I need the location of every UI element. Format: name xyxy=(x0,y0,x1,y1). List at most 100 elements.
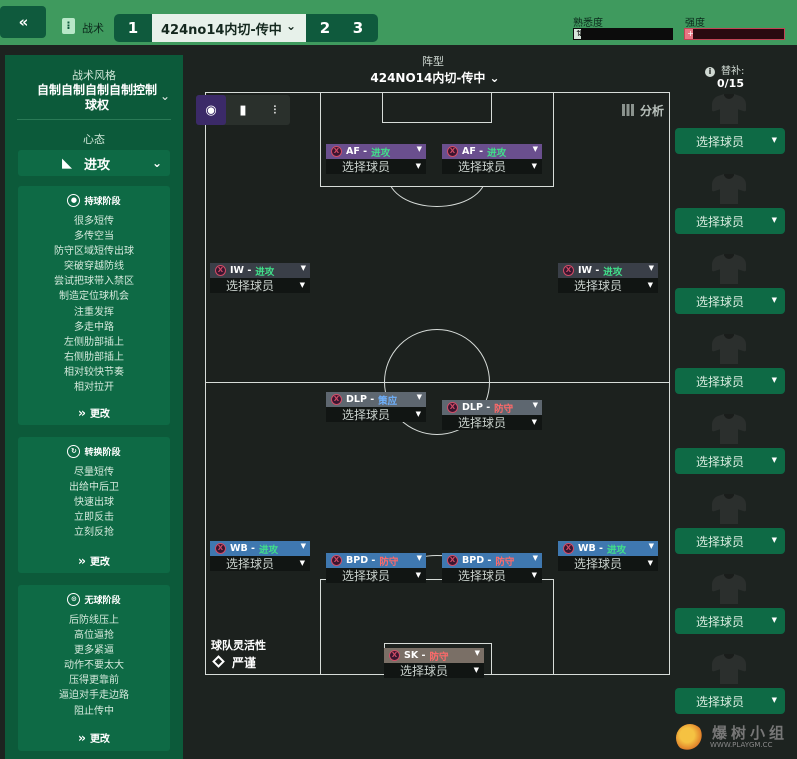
transition-icon: ↻ xyxy=(67,444,81,458)
position-card[interactable]: X DLP - 防守 ▼ 选择球员 ▼ xyxy=(442,400,542,430)
player-placeholder: 选择球员 xyxy=(226,557,275,571)
instruction-list: 尽量短传 出给中后卫 快速出球 立即反击 立刻反抢 xyxy=(18,465,170,540)
unassigned-x-icon: X xyxy=(331,555,342,566)
duty-label: 防守 xyxy=(379,556,399,568)
instruction-item: 相对较快节奏 xyxy=(64,366,124,378)
watermark: 爆树小组 WWW.PLAYGM.CC xyxy=(676,720,794,754)
select-sub-button[interactable]: 选择球员 ▼ xyxy=(675,528,785,554)
caret-down-icon: ▼ xyxy=(647,559,653,567)
unassigned-x-icon: X xyxy=(563,265,574,276)
select-player-dropdown[interactable]: 选择球员 ▼ xyxy=(558,278,658,293)
select-player-dropdown[interactable]: 选择球员 ▼ xyxy=(442,568,542,583)
watermark-url: WWW.PLAYGM.CC xyxy=(710,741,773,749)
collapse-panel-button[interactable]: « xyxy=(0,6,46,38)
role-code: AF xyxy=(346,146,360,157)
caret-down-icon: ▼ xyxy=(473,666,479,674)
change-button[interactable]: ›› 更改 xyxy=(18,553,170,568)
role-selector[interactable]: X WB - 进攻 ▼ xyxy=(210,541,310,556)
sub-placeholder: 选择球员 xyxy=(696,454,745,469)
unassigned-x-icon: X xyxy=(215,543,226,554)
role-selector[interactable]: X DLP - 防守 ▼ xyxy=(442,400,542,415)
mentality-arrow-icon: ◣ xyxy=(62,156,72,171)
position-card[interactable]: X WB - 进攻 ▼ 选择球员 ▼ xyxy=(210,541,310,571)
position-card[interactable]: X AF - 进攻 ▼ 选择球员 ▼ xyxy=(326,144,426,174)
watermark-text: 爆树小组 xyxy=(712,724,789,742)
role-code: SK xyxy=(404,650,419,661)
chevron-down-icon[interactable]: ⌄ xyxy=(160,89,170,103)
team-flexibility-value[interactable]: 严谨 xyxy=(212,654,256,671)
position-card[interactable]: X DLP - 策应 ▼ 选择球员 ▼ xyxy=(326,392,426,422)
team-flexibility-label: 球队灵活性 xyxy=(211,639,266,652)
tactic-style-value[interactable]: 自制自制自制自制控制球权 xyxy=(35,83,159,113)
duty-label: 防守 xyxy=(429,651,449,663)
position-card[interactable]: X AF - 进攻 ▼ 选择球员 ▼ xyxy=(442,144,542,174)
position-card[interactable]: X WB - 进攻 ▼ 选择球员 ▼ xyxy=(558,541,658,571)
player-view-button[interactable]: ◉ xyxy=(196,95,226,125)
instruction-item: 多走中路 xyxy=(74,321,114,333)
instruction-item: 防守区域短传出球 xyxy=(54,246,134,258)
caret-down-icon: ▼ xyxy=(474,649,480,657)
active-tactic-dropdown[interactable]: 424no14内切-传中 ⌄ xyxy=(152,14,306,42)
role-selector[interactable]: X IW - 进攻 ▼ xyxy=(210,263,310,278)
select-sub-button[interactable]: 选择球员 ▼ xyxy=(675,448,785,474)
select-sub-button[interactable]: 选择球员 ▼ xyxy=(675,128,785,154)
role-selector[interactable]: X WB - 进攻 ▼ xyxy=(558,541,658,556)
formation-dropdown[interactable]: 424NO14内切-传中 ⌄ xyxy=(340,69,530,86)
sub-placeholder: 选择球员 xyxy=(696,294,745,309)
sub-slot: 选择球员 ▼ xyxy=(675,330,785,410)
select-player-dropdown[interactable]: 选择球员 ▼ xyxy=(326,568,426,583)
instruction-item: 高位逼抢 xyxy=(74,630,114,642)
analysis-button[interactable]: 分析 xyxy=(622,102,664,119)
select-player-dropdown[interactable]: 选择球员 ▼ xyxy=(442,415,542,430)
role-selector[interactable]: X BPD - 防守 ▼ xyxy=(326,553,426,568)
select-sub-button[interactable]: 选择球员 ▼ xyxy=(675,368,785,394)
caret-down-icon: ▼ xyxy=(415,410,421,418)
tactic-slot-1[interactable]: 1 xyxy=(114,14,152,42)
select-player-dropdown[interactable]: 选择球员 ▼ xyxy=(326,407,426,422)
role-selector[interactable]: X AF - 进攻 ▼ xyxy=(442,144,542,159)
change-button[interactable]: ›› 更改 xyxy=(18,730,170,745)
position-card[interactable]: X IW - 进攻 ▼ 选择球员 ▼ xyxy=(210,263,310,293)
caret-down-icon: ▼ xyxy=(771,296,777,304)
position-card[interactable]: X BPD - 防守 ▼ 选择球员 ▼ xyxy=(326,553,426,583)
position-card[interactable]: X BPD - 防守 ▼ 选择球员 ▼ xyxy=(442,553,542,583)
role-selector[interactable]: X DLP - 策应 ▼ xyxy=(326,392,426,407)
mentality-dropdown[interactable]: ◣ 进攻 ⌄ xyxy=(18,150,170,176)
select-sub-button[interactable]: 选择球员 ▼ xyxy=(675,288,785,314)
select-player-dropdown[interactable]: 选择球员 ▼ xyxy=(558,556,658,571)
person-icon: ◉ xyxy=(205,102,217,118)
role-selector[interactable]: X IW - 进攻 ▼ xyxy=(558,263,658,278)
sub-slot: 选择球员 ▼ xyxy=(675,490,785,570)
select-sub-button[interactable]: 选择球员 ▼ xyxy=(675,608,785,634)
position-card[interactable]: X IW - 进攻 ▼ 选择球员 ▼ xyxy=(558,263,658,293)
role-selector[interactable]: X BPD - 防守 ▼ xyxy=(442,553,542,568)
stats-view-button[interactable]: ▮ xyxy=(228,95,258,125)
sub-placeholder: 选择球员 xyxy=(696,374,745,389)
instruction-item: 出给中后卫 xyxy=(69,482,119,494)
caret-down-icon: ▼ xyxy=(300,264,306,272)
intensity-meter[interactable]: + xyxy=(684,28,785,40)
caret-down-icon: ▼ xyxy=(771,696,777,704)
instruction-item: 尽量短传 xyxy=(74,467,114,478)
change-button[interactable]: ›› 更改 xyxy=(18,405,170,420)
familiarity-meter[interactable]: ⇅ xyxy=(573,28,673,40)
caret-down-icon: ▼ xyxy=(531,418,537,426)
tactic-board-view-button[interactable]: ⁝ xyxy=(260,95,290,125)
select-sub-button[interactable]: 选择球员 ▼ xyxy=(675,688,785,714)
instruction-item: 多传空当 xyxy=(74,231,114,243)
familiarity-label: 熟悉度 xyxy=(573,18,603,29)
position-card[interactable]: X SK - 防守 ▼ 选择球员 ▼ xyxy=(384,648,484,678)
select-sub-button[interactable]: 选择球员 ▼ xyxy=(675,208,785,234)
select-player-dropdown[interactable]: 选择球员 ▼ xyxy=(326,159,426,174)
select-player-dropdown[interactable]: 选择球员 ▼ xyxy=(210,556,310,571)
select-player-dropdown[interactable]: 选择球员 ▼ xyxy=(442,159,542,174)
role-selector[interactable]: X AF - 进攻 ▼ xyxy=(326,144,426,159)
player-placeholder: 选择球员 xyxy=(574,557,623,571)
sub-slot: 选择球员 ▼ xyxy=(675,90,785,170)
tactic-slot-2[interactable]: 2 xyxy=(309,14,341,42)
select-player-dropdown[interactable]: 选择球员 ▼ xyxy=(210,278,310,293)
select-player-dropdown[interactable]: 选择球员 ▼ xyxy=(384,663,484,678)
role-selector[interactable]: X SK - 防守 ▼ xyxy=(384,648,484,663)
double-chevron-icon: ›› xyxy=(78,731,86,745)
tactic-slot-3[interactable]: 3 xyxy=(342,14,374,42)
